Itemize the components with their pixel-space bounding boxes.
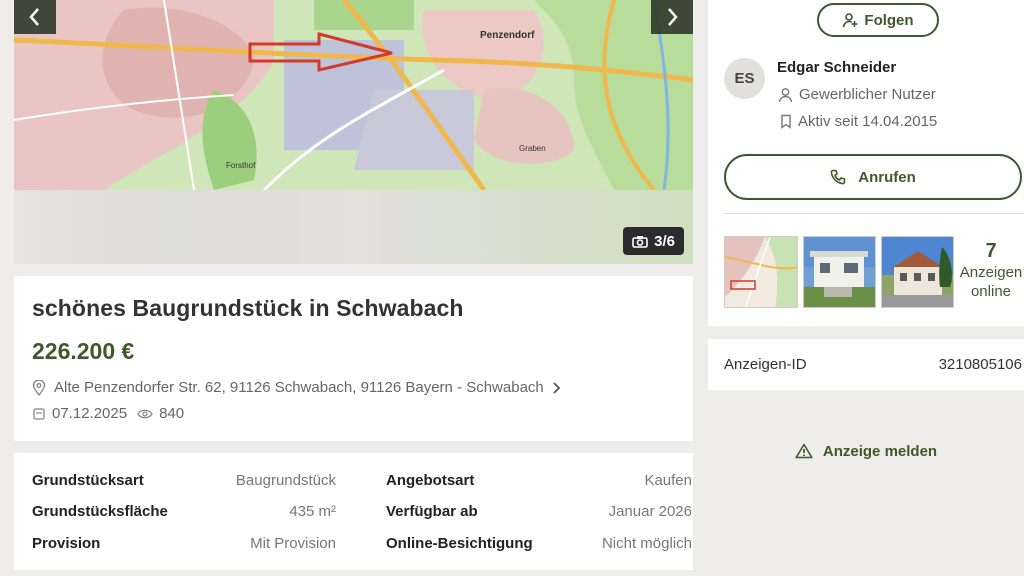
follow-button[interactable]: Folgen bbox=[817, 3, 939, 37]
chevron-right-icon bbox=[668, 8, 678, 26]
map-label-graben: Graben bbox=[519, 144, 546, 153]
call-button[interactable]: Anrufen bbox=[724, 154, 1022, 200]
detail-label: Angebotsart bbox=[386, 472, 475, 489]
seller-active-since: Aktiv seit 14.04.2015 bbox=[780, 113, 937, 130]
detail-value: Baugrundstück bbox=[235, 472, 336, 489]
active-since-text: Aktiv seit 14.04.2015 bbox=[798, 113, 938, 130]
seller-card: Folgen ES Edgar Schneider Gewerblicher N… bbox=[708, 0, 1024, 326]
thumbnail-map-image bbox=[725, 237, 797, 307]
seller-ads-count: 7 bbox=[985, 240, 997, 262]
image-counter-text: 3/6 bbox=[654, 232, 675, 250]
detail-label: Grundstücksart bbox=[32, 472, 144, 489]
user-plus-icon bbox=[843, 13, 858, 28]
map-label-forsthof: Forsthof bbox=[226, 161, 256, 170]
thumbnail-house-image bbox=[804, 237, 875, 307]
listing-date: 07.12.2025 bbox=[52, 405, 128, 422]
bookmark-icon bbox=[781, 114, 791, 129]
detail-row: Grundstücksart Baugrundstück Angebotsart… bbox=[32, 472, 692, 492]
gallery-next-button[interactable] bbox=[651, 0, 693, 34]
thumbnail-house-image bbox=[882, 237, 953, 307]
seller-ad-thumbnail[interactable] bbox=[724, 236, 798, 308]
seller-ads-label: Anzeigen online bbox=[959, 264, 1023, 300]
camera-icon bbox=[632, 235, 648, 248]
phone-icon bbox=[830, 169, 846, 185]
seller-name[interactable]: Edgar Schneider bbox=[777, 59, 896, 76]
call-label: Anrufen bbox=[858, 168, 916, 186]
seller-ads-link[interactable]: 7 Anzeigen online bbox=[958, 240, 1024, 301]
person-icon bbox=[778, 87, 793, 102]
detail-row: Grundstücksfläche 435 m² Verfügbar ab Ja… bbox=[32, 503, 692, 523]
seller-ad-thumbnail[interactable] bbox=[881, 236, 954, 308]
detail-row: Provision Mit Provision Online-Besichtig… bbox=[32, 535, 692, 555]
listing-summary-card: schönes Baugrundstück in Schwabach 226.2… bbox=[14, 276, 693, 441]
ad-id-row: Anzeigen-ID 3210805106 bbox=[708, 339, 1024, 390]
ad-id-value: 3210805106 bbox=[938, 356, 1022, 373]
image-gallery[interactable]: Penzendorf Forsthof Graben 3/6 bbox=[14, 0, 693, 264]
seller-type-text: Gewerblicher Nutzer bbox=[799, 86, 936, 103]
image-counter-badge: 3/6 bbox=[623, 227, 684, 255]
divider bbox=[724, 213, 1024, 214]
map-label-penzendorf: Penzendorf bbox=[480, 30, 535, 41]
chevron-left-icon bbox=[29, 8, 39, 26]
eye-icon bbox=[137, 409, 153, 418]
location-link[interactable]: Alte Penzendorfer Str. 62, 91126 Schwaba… bbox=[32, 379, 562, 396]
report-label: Anzeige melden bbox=[822, 442, 938, 460]
listing-views: 840 bbox=[159, 405, 185, 422]
gallery-image-map: Penzendorf Forsthof Graben bbox=[14, 0, 693, 190]
detail-value: 435 m² bbox=[289, 503, 336, 520]
detail-value: Mit Provision bbox=[250, 535, 336, 552]
detail-value: Januar 2026 bbox=[608, 503, 692, 520]
detail-label: Verfügbar ab bbox=[386, 503, 478, 520]
ad-id-label: Anzeigen-ID bbox=[724, 356, 807, 373]
chevron-right-icon bbox=[553, 381, 561, 394]
warning-icon bbox=[795, 443, 813, 459]
details-table: Grundstücksart Baugrundstück Angebotsart… bbox=[14, 453, 693, 570]
listing-price: 226.200 € bbox=[32, 338, 135, 364]
seller-ad-thumbnail[interactable] bbox=[803, 236, 876, 308]
gallery-preview-strip bbox=[14, 190, 693, 264]
detail-label: Grundstücksfläche bbox=[32, 503, 168, 520]
detail-value: Nicht möglich bbox=[601, 535, 692, 552]
report-ad-button[interactable]: Anzeige melden bbox=[708, 438, 1024, 464]
detail-label: Online-Besichtigung bbox=[386, 535, 533, 552]
location-pin-icon bbox=[32, 379, 46, 396]
listing-meta: 07.12.2025 840 bbox=[32, 405, 184, 422]
detail-label: Provision bbox=[32, 535, 101, 552]
listing-title: schönes Baugrundstück in Schwabach bbox=[32, 295, 464, 321]
location-address: Alte Penzendorfer Str. 62, 91126 Schwaba… bbox=[54, 379, 544, 396]
gallery-prev-button[interactable] bbox=[14, 0, 56, 34]
seller-type: Gewerblicher Nutzer bbox=[778, 86, 936, 103]
avatar[interactable]: ES bbox=[724, 58, 765, 99]
follow-label: Folgen bbox=[864, 11, 914, 29]
detail-value: Kaufen bbox=[644, 472, 692, 489]
calendar-icon bbox=[33, 407, 45, 420]
